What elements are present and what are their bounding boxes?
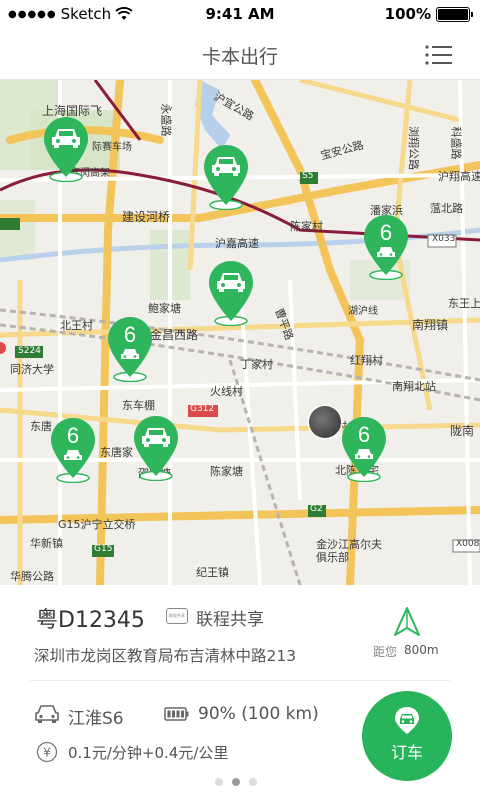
page-dot[interactable] [249, 778, 257, 786]
my-location-marker [309, 406, 341, 438]
road-shield-s224: S224 [18, 346, 41, 356]
car-pin-3[interactable] [206, 260, 256, 326]
station-car-count: 6 [357, 422, 371, 447]
map-label: 东唐家 [100, 446, 133, 459]
battery-icon [164, 707, 189, 721]
car-icon [377, 247, 395, 257]
map-label: 建设河桥 [122, 210, 171, 224]
share-label: 联程共享 [196, 610, 264, 630]
car-address: 深圳市龙岗区教育局布吉清林中路213 [34, 647, 297, 665]
map-label: 鲍家塘 [148, 302, 181, 315]
map-label: 沪翔高速 [438, 170, 480, 183]
map-label: 华新镇 [30, 537, 63, 550]
share-badge-icon: 联程共享 [166, 608, 188, 624]
road-shield-x033: X033 [432, 234, 456, 244]
station-pin-4[interactable]: 6 [339, 416, 389, 482]
map-label: 沪嘉高速 [215, 237, 259, 250]
map-label: 南翔北站 [392, 380, 436, 393]
battery-percent: 100% [384, 5, 431, 23]
battery-range: 90% (100 km) [198, 704, 319, 724]
order-button-label: 订车 [390, 743, 423, 762]
map-label: 红翔村 [350, 354, 383, 367]
license-plate: 粤D12345 [36, 608, 145, 633]
car-icon [142, 428, 170, 447]
map-label: 金昌西路 [150, 328, 199, 342]
distance-value: 800m [404, 643, 439, 657]
navigation-arrow-icon[interactable] [393, 606, 421, 638]
menu-icon[interactable] [424, 43, 454, 67]
car-pin-2[interactable] [201, 144, 251, 210]
share-badge-text: 联程共享 [169, 613, 185, 618]
status-bar: ●●●●● Sketch 9:41 AM 100% [0, 0, 480, 30]
station-pin-2[interactable]: 6 [105, 316, 155, 382]
car-pin-1[interactable] [41, 116, 91, 182]
map-label: 火线村 [210, 385, 243, 398]
car-pin-4[interactable] [131, 415, 181, 481]
car-icon [217, 273, 245, 292]
car-order-icon [395, 707, 419, 734]
map-label: 同济大学 [10, 363, 54, 376]
map-label: 际赛车场 [92, 142, 132, 153]
map-pin-shape [44, 117, 88, 182]
page-indicator [215, 778, 257, 786]
map-label: 北王村 [60, 319, 93, 332]
map-label: 永盛路 [159, 103, 173, 137]
road-shield-g15: G15 [94, 544, 113, 554]
page-title: 卡本出行 [201, 46, 278, 68]
map-label: 陈家塘 [210, 465, 243, 478]
page-dot-active[interactable] [232, 778, 240, 786]
map-view[interactable]: 上海国际飞 际赛车场 嘉闵高架 永盛路 沪宜公路 宝安公路 浏翔公路 科盛路 沪… [0, 80, 480, 585]
road-shield-g312: G312 [190, 404, 215, 414]
map-label: 蕰北路 [430, 202, 463, 215]
road-shield-s5: S5 [302, 171, 314, 181]
map-label: 华腾公路 [10, 570, 54, 583]
map-label: 科盛路 [449, 126, 463, 160]
map-label: 陈家村 [290, 220, 323, 233]
map-label: 湖沪线 [348, 306, 378, 317]
map-label: 纪王镇 [196, 566, 229, 579]
car-icon [355, 449, 373, 459]
map-label: 金沙江高尔夫俱乐部 [316, 538, 382, 564]
card-divider [30, 680, 450, 681]
car-icon [121, 349, 139, 359]
svg-text:¥: ¥ [43, 746, 51, 760]
order-car-button[interactable]: 订车 [362, 691, 452, 781]
car-icon [212, 157, 240, 176]
map-pin-shape [204, 145, 248, 210]
station-car-count: 6 [379, 220, 393, 245]
map-label: G15沪宁立交桥 [58, 518, 136, 531]
price-info: 0.1元/分钟+0.4元/公里 [68, 744, 229, 762]
station-pin-1[interactable]: 6 [361, 214, 411, 280]
map-label: 浏翔公路 [407, 126, 420, 170]
page-dot[interactable] [215, 778, 223, 786]
car-icon [64, 450, 82, 460]
road-shield-x008: X008 [456, 539, 480, 549]
map-pin-shape [209, 261, 253, 326]
map-label: 南翔镇 [412, 318, 449, 332]
station-car-count: 6 [123, 322, 137, 347]
map-label: 东王上 [448, 297, 480, 310]
station-car-count: 6 [66, 423, 80, 448]
yuan-icon: ¥ [36, 741, 58, 763]
map-label: 丁家村 [240, 358, 273, 371]
distance-label: 距您 [373, 645, 398, 659]
station-pin-3[interactable]: 6 [48, 417, 98, 483]
map-pin-shape [134, 416, 178, 481]
battery-status-icon [436, 6, 473, 22]
car-icon [35, 705, 59, 723]
car-model: 江淮S6 [68, 709, 124, 729]
car-icon [52, 129, 80, 148]
nav-bar: 卡本出行 [0, 30, 480, 80]
status-right: 100% [384, 5, 473, 23]
road-shield-g2: G2 [310, 504, 323, 514]
map-label: 陇南 [450, 424, 475, 438]
map-label: 东车棚 [122, 399, 155, 412]
